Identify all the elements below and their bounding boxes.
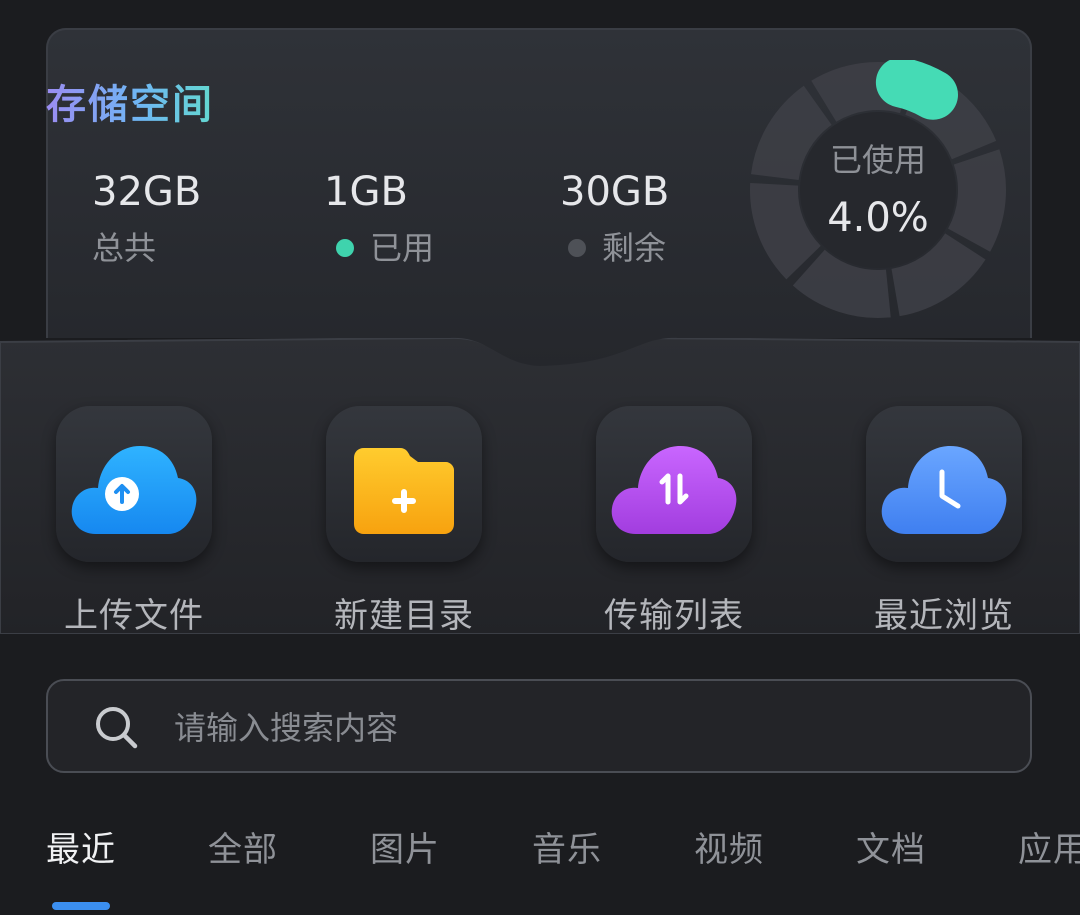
search-icon [96,707,138,749]
storage-title: 存储空间 [46,72,214,130]
free-storage-label-text: 剩余 [602,229,667,267]
usage-label: 已使用 [829,141,926,179]
free-storage-stat: 30GB 剩余 [560,168,669,268]
category-tabs: 最近 全部 图片 音乐 视频 文档 应用 [0,820,1080,915]
search-bar[interactable] [46,679,1032,773]
total-storage-label: 总共 [92,228,201,268]
tab-apps[interactable]: 应用 [1018,828,1080,872]
total-storage-label-text: 总共 [92,229,157,267]
transfer-list-label: 传输列表 [604,596,744,636]
free-storage-label: 剩余 [568,228,669,268]
search-input[interactable] [172,701,996,755]
tab-all[interactable]: 全部 [208,828,278,872]
quick-actions: 上传文件 新建目录 传输列表 最近浏览 [0,334,1080,636]
free-legend-dot [568,239,586,257]
used-storage-label: 已用 [336,228,434,268]
active-tab-indicator [52,902,110,910]
recent-browse-tile[interactable] [866,406,1022,562]
usage-ring-center: 已使用 4.0% [748,60,1008,320]
cloud-upload-icon [71,446,197,534]
transfer-list-action[interactable]: 传输列表 [574,406,774,636]
recent-browse-label: 最近浏览 [874,596,1014,636]
upload-file-action[interactable]: 上传文件 [34,406,234,636]
used-storage-stat: 1GB 已用 [324,168,434,268]
upload-file-label: 上传文件 [64,596,204,636]
used-legend-dot [336,239,354,257]
free-storage-value: 30GB [560,169,670,215]
new-folder-tile[interactable] [326,406,482,562]
tab-videos[interactable]: 视频 [694,828,764,872]
usage-ring: 已使用 4.0% [748,57,1008,320]
recent-browse-action[interactable]: 最近浏览 [844,406,1044,636]
tab-images[interactable]: 图片 [370,828,440,872]
new-folder-label: 新建目录 [334,596,474,636]
total-storage-value: 32GB [92,169,202,215]
tab-recent[interactable]: 最近 [46,828,116,872]
upload-file-tile[interactable] [56,406,212,562]
new-folder-action[interactable]: 新建目录 [304,406,504,636]
cloud-transfer-icon [611,446,737,534]
folder-add-icon [354,448,454,534]
cloud-clock-icon [881,446,1007,534]
file-manager-page: 存储空间 32GB 总共 1GB 已用 30GB 剩余 已使用 4.0% 上传文… [0,0,1080,915]
usage-percent: 4.0% [827,195,929,241]
tab-documents[interactable]: 文档 [856,828,926,872]
total-storage-stat: 32GB 总共 [92,168,201,268]
used-storage-value: 1GB [324,169,408,215]
used-storage-label-text: 已用 [370,229,435,267]
tab-music[interactable]: 音乐 [532,828,602,872]
transfer-list-tile[interactable] [596,406,752,562]
